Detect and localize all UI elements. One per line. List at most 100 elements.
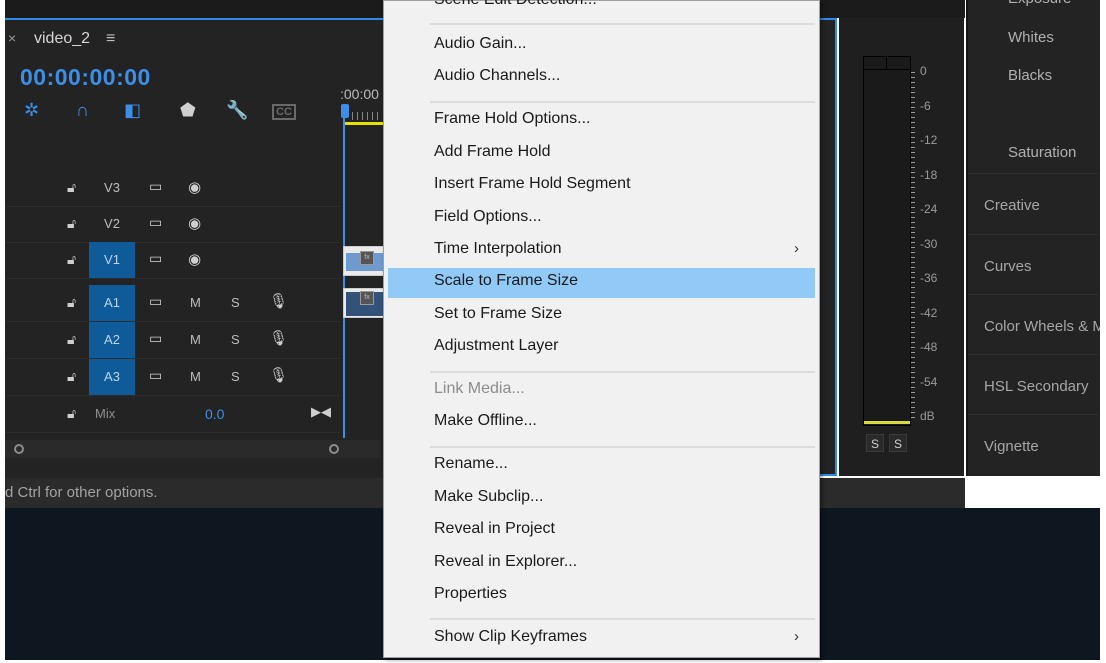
sync-lock-icon[interactable]: ▭ [149,293,162,310]
lumetri-section-creative[interactable]: Creative [984,197,1040,214]
timeline-zoom-scrollbar[interactable] [5,440,380,458]
solo-button[interactable]: S [231,332,240,347]
lumetri-section-hsl-secondary[interactable]: HSL Secondary [984,378,1089,395]
lumetri-section-curves[interactable]: Curves [984,258,1032,275]
menu-item-label: Reveal in Explorer... [434,552,578,570]
microphone-icon[interactable]: 🎙︎ [269,366,288,384]
track-target-label[interactable]: A3 [89,359,135,395]
menu-item-set-to-frame-size[interactable]: Set to Frame Size [388,301,815,331]
lock-icon[interactable]: 🔓︎ [67,294,76,311]
eye-icon[interactable]: ◉ [188,178,201,196]
menu-item-adjustment-layer[interactable]: Adjustment Layer [388,333,815,363]
playhead-line [343,118,345,438]
time-ruler-label: :00:00 [340,86,379,102]
meter-label: -36 [920,271,938,285]
menu-item-label: Add Frame Hold [434,142,551,160]
scrollbar-right-handle[interactable] [329,444,339,454]
master-expand-icon[interactable]: ▶◀ [311,404,331,420]
menu-item-field-options[interactable]: Field Options... [388,204,815,234]
menu-separator [430,23,815,25]
meter-label: -42 [920,305,938,320]
eye-icon[interactable]: ◉ [188,250,201,268]
lock-icon[interactable]: 🔓︎ [67,215,76,232]
snap-magnet-icon[interactable]: ∩ [76,100,89,120]
track-target-label[interactable]: A2 [89,322,135,358]
track-target-label[interactable]: V3 [89,170,135,206]
video-clip[interactable]: fx [343,246,386,276]
menu-item-reveal-in-explorer[interactable]: Reveal in Explorer... [388,549,815,579]
menu-item-frame-hold-options[interactable]: Frame Hold Options... [388,106,815,136]
menu-item-make-offline[interactable]: Make Offline... [388,408,815,438]
lumetri-section-vignette[interactable]: Vignette [984,438,1039,455]
sync-lock-icon[interactable]: ▭ [149,178,162,195]
scrollbar-left-handle[interactable] [14,444,24,454]
track-target-label[interactable]: A1 [89,285,135,321]
time-ruler[interactable] [352,112,382,120]
close-tab-icon[interactable]: × [8,30,16,46]
menu-item-properties[interactable]: Properties [388,581,815,611]
menu-item-link-media: Link Media... [388,376,815,406]
nest-snap-icon[interactable]: ✲ [24,100,39,120]
captions-icon[interactable]: CC [272,104,296,120]
audio-track-row: 🔓︎ A1 ▭ M S 🎙︎ [5,285,340,322]
lumetri-partial-item[interactable]: Exposure [1008,0,1071,7]
linked-selection-icon[interactable]: ◧ [124,100,141,120]
sync-lock-icon[interactable]: ▭ [149,214,162,231]
meter-label: -24 [920,202,938,216]
audio-clip[interactable]: fx [343,288,386,318]
mix-value[interactable]: 0.0 [205,406,224,422]
status-hint-text: d Ctrl for other options. [5,484,158,501]
lumetri-blacks-slider[interactable]: Blacks [1008,67,1052,84]
microphone-icon[interactable]: 🎙︎ [269,329,288,347]
panel-menu-icon[interactable]: ≡ [106,30,115,48]
lock-icon[interactable]: 🔓︎ [67,405,76,422]
solo-button[interactable]: S [231,369,240,384]
peak-indicators[interactable] [863,56,911,70]
menu-item-show-clip-keyframes[interactable]: Show Clip Keyframes › [388,624,815,654]
meter-scale-ticks [911,72,915,422]
lumetri-section-color-wheels-and-match[interactable]: Color Wheels & Match [984,318,1106,335]
sequence-tab-title[interactable]: video_2 [34,30,90,48]
menu-item-scale-to-frame-size[interactable]: Scale to Frame Size [388,268,815,299]
add-marker-icon[interactable]: ⬟ [180,100,196,120]
lock-icon[interactable]: 🔓︎ [67,251,76,268]
menu-item-rename[interactable]: Rename... [388,451,815,481]
sync-lock-icon[interactable]: ▭ [149,330,162,347]
menu-item-audio-gain[interactable]: Audio Gain... [388,31,815,61]
playhead-handle[interactable] [341,104,349,118]
meter-label: 0 [920,64,927,78]
microphone-icon[interactable]: 🎙︎ [269,292,288,310]
eye-icon[interactable]: ◉ [188,214,201,232]
playhead-timecode[interactable]: 00:00:00:00 [20,64,151,91]
lumetri-whites-slider[interactable]: Whites [1008,29,1054,46]
menu-item-label: Adjustment Layer [434,337,559,355]
track-target-label[interactable]: V1 [89,242,135,278]
work-area-bar[interactable] [345,122,385,125]
mute-button[interactable]: M [190,332,201,347]
menu-item-insert-frame-hold-segment[interactable]: Insert Frame Hold Segment [388,171,815,201]
menu-item-audio-channels[interactable]: Audio Channels... [388,63,815,93]
solo-left-button[interactable]: S [866,434,884,452]
track-target-label[interactable]: V2 [89,206,135,242]
sync-lock-icon[interactable]: ▭ [149,250,162,267]
audio-track-row: 🔓︎ A2 ▭ M S 🎙︎ [5,322,340,359]
lock-icon[interactable]: 🔓︎ [67,179,76,196]
mute-button[interactable]: M [190,369,201,384]
clip-context-menu: Scene Edit Detection... Audio Gain... Aud… [383,0,820,658]
menu-item-make-subclip[interactable]: Make Subclip... [388,484,815,514]
menu-item-time-interpolation[interactable]: Time Interpolation › [388,236,815,266]
menu-item-add-frame-hold[interactable]: Add Frame Hold [388,139,815,169]
menu-item-reveal-in-project[interactable]: Reveal in Project [388,516,815,546]
menu-item-label: Make Offline... [434,412,537,430]
sync-lock-icon[interactable]: ▭ [149,367,162,384]
lumetri-saturation-slider[interactable]: Saturation [1008,144,1076,161]
solo-right-button[interactable]: S [889,434,907,452]
lock-icon[interactable]: 🔓︎ [67,331,76,348]
menu-item-scene-edit-detection[interactable]: Scene Edit Detection... [434,0,597,9]
timeline-settings-wrench-icon[interactable]: 🔧 [226,100,248,120]
solo-button[interactable]: S [231,295,240,310]
meter-label: -48 [920,340,938,354]
lock-icon[interactable]: 🔓︎ [67,368,76,385]
mute-button[interactable]: M [190,295,201,310]
menu-separator [430,618,815,621]
